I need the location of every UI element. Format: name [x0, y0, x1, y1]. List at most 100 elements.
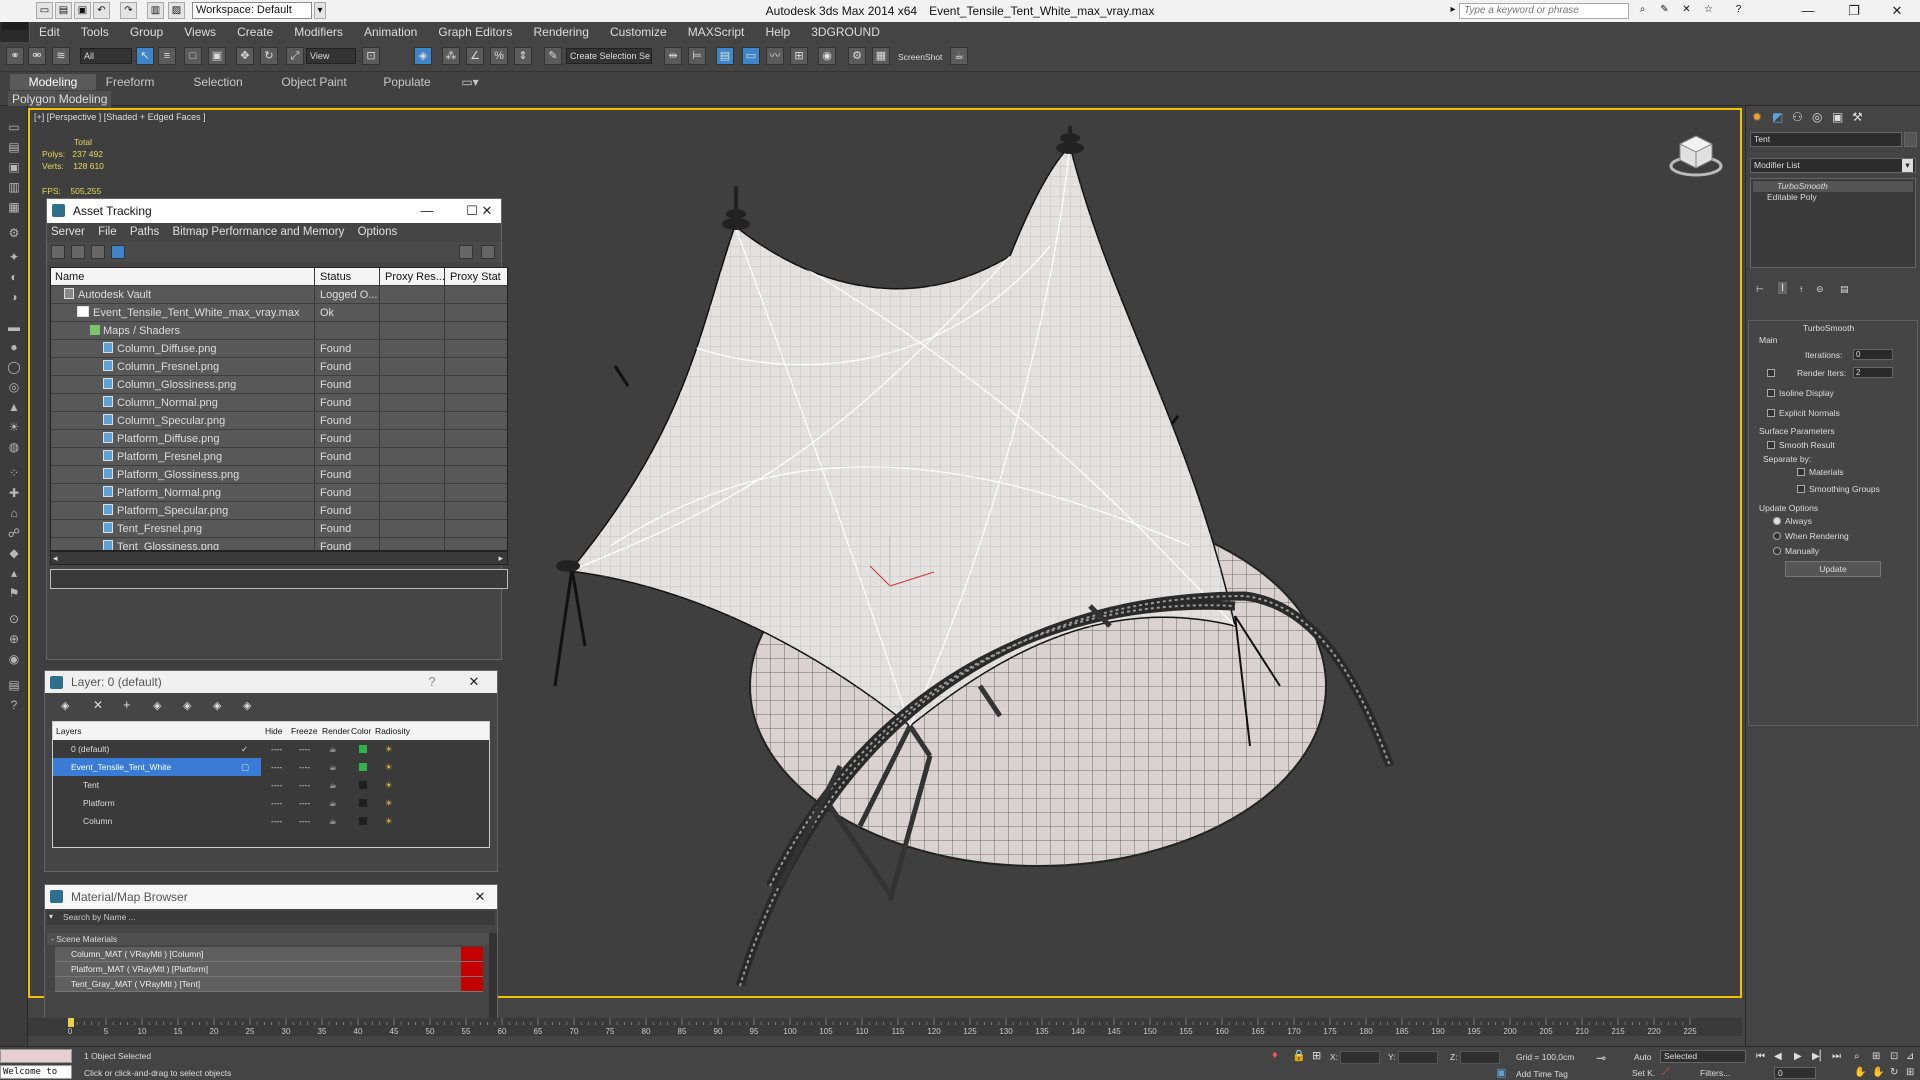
current-frame-field[interactable]: 0 [1774, 1067, 1816, 1079]
layer-color-swatch[interactable] [359, 817, 367, 825]
render-iters-checkbox[interactable] [1767, 369, 1775, 377]
layer-row[interactable]: Column ---- ---- ☕ ☀ [53, 812, 489, 830]
material-item-platform[interactable]: Platform_MAT ( VRayMtl ) [Platform] [55, 962, 483, 977]
detail-view-icon[interactable] [91, 245, 105, 259]
asset-row[interactable]: Event_Tensile_Tent_White_max_vray.max Ok [51, 304, 507, 322]
col-name[interactable]: Name [51, 268, 315, 286]
maximize-viewport-icon[interactable]: ⊞ [1906, 1067, 1914, 1078]
menu-create[interactable]: Create [228, 22, 282, 39]
viewport-layout-icon[interactable]: ▭ [5, 118, 23, 136]
rotate-icon[interactable]: ↻ [260, 47, 278, 65]
layer-row[interactable]: Platform ---- ---- ☕ ☀ [53, 794, 489, 812]
menu-file[interactable]: File [98, 226, 117, 238]
screenshot-label[interactable]: ScreenShot [898, 52, 942, 62]
hide-toggle[interactable]: ---- [271, 758, 282, 776]
layer-row[interactable]: Event_Tensile_Tent_White ---- ---- ☕ ☀ ▢ [53, 758, 489, 776]
ribbon-options-icon[interactable]: ▭▾ [456, 74, 484, 90]
update-button[interactable]: Update [1785, 561, 1881, 577]
col-color[interactable]: Color [351, 722, 371, 740]
sphere-icon[interactable]: ● [5, 338, 23, 356]
col-status[interactable]: Status [316, 268, 380, 286]
freeze-toggle[interactable]: ---- [299, 776, 310, 794]
close-icon[interactable]: ✕ [459, 671, 489, 693]
box-icon[interactable]: ▬ [5, 318, 23, 336]
radiosity-icon[interactable]: ☀ [385, 794, 393, 812]
utilities-tab-icon[interactable]: ⚒ [1852, 110, 1863, 124]
menu-paths[interactable]: Paths [130, 226, 159, 238]
render-toggle-icon[interactable]: ☕ [329, 740, 337, 758]
asset-path-field[interactable] [50, 569, 508, 589]
geosphere-icon[interactable]: ◍ [5, 438, 23, 456]
rendered-frame-icon[interactable]: ▦ [872, 47, 890, 65]
menu-maxscript[interactable]: MAXScript [679, 22, 754, 39]
welcome-field[interactable]: Welcome to [0, 1065, 72, 1079]
maximize-icon[interactable]: ❐ [1831, 0, 1877, 22]
modify-tab-icon[interactable]: ◩ [1772, 110, 1783, 124]
radiosity-icon[interactable]: ☀ [385, 812, 393, 830]
menu-server[interactable]: Server [51, 226, 85, 238]
help-icon[interactable] [459, 245, 473, 259]
menu-edit[interactable]: Edit [30, 22, 69, 39]
hide-toggle[interactable]: ---- [271, 740, 282, 758]
add-to-layer-icon[interactable]: + [123, 697, 131, 712]
turbosmooth-title[interactable]: TurboSmooth [1803, 323, 1854, 333]
auto-key-button[interactable]: Auto [1634, 1052, 1652, 1062]
iterations-spinner[interactable]: 0 [1853, 349, 1893, 360]
binoculars-icon[interactable]: ⌕ [1634, 2, 1651, 19]
menu-help[interactable]: Help [756, 22, 799, 39]
walk-icon[interactable]: ✋ [1872, 1067, 1884, 1078]
asset-row[interactable]: Autodesk Vault Logged O... [51, 286, 507, 304]
freeze-toggle[interactable]: ---- [299, 794, 310, 812]
delete-layer-icon[interactable]: ✕ [93, 698, 103, 712]
edit-named-selection-icon[interactable]: ✎ [544, 47, 562, 65]
col-radiosity[interactable]: Radiosity [375, 722, 410, 740]
menu-views[interactable]: Views [175, 22, 225, 39]
goto-end-icon[interactable]: ⏭ [1832, 1051, 1841, 1062]
patch-icon[interactable]: ⌂ [5, 504, 23, 522]
render-toggle-icon[interactable]: ☕ [329, 794, 337, 812]
create-geometry-icon[interactable]: ▤ [5, 138, 23, 156]
subscription-icon[interactable]: ✎ [1656, 2, 1673, 19]
schematic-view-icon[interactable]: ⊞ [790, 47, 808, 65]
col-render[interactable]: Render [322, 722, 350, 740]
scroll-right-icon[interactable]: ▸ [498, 553, 503, 564]
layer-color-swatch[interactable] [359, 745, 367, 753]
redo-icon[interactable]: ↷ [120, 2, 137, 19]
layer-help-icon[interactable]: ? [417, 671, 447, 693]
time-tag-icon[interactable]: ▣ [1496, 1066, 1506, 1079]
lock-selection-icon[interactable]: 🔒 [1292, 1049, 1306, 1062]
help-icon[interactable]: ? [1730, 2, 1747, 19]
select-in-layer-icon[interactable]: ◈ [153, 699, 161, 712]
refresh-icon[interactable] [51, 245, 65, 259]
hierarchy-tab-icon[interactable]: ⚇ [1792, 110, 1803, 124]
asset-row[interactable]: Platform_Specular.png Found [51, 502, 507, 520]
asset-row[interactable]: Platform_Diffuse.png Found [51, 430, 507, 448]
materials-checkbox[interactable] [1797, 468, 1805, 476]
favorites-star-icon[interactable]: ☆ [1700, 2, 1717, 19]
freeze-toggle[interactable]: ---- [299, 812, 310, 830]
pan-icon[interactable]: ✋ [1854, 1067, 1866, 1078]
minimize-icon[interactable]: — [412, 199, 442, 223]
layer-row[interactable]: Tent ---- ---- ☕ ☀ [53, 776, 489, 794]
undo-icon[interactable]: ↶ [93, 2, 110, 19]
selection-filter-dropdown[interactable]: All [80, 48, 132, 64]
communication-center-icon[interactable]: ✕ [1678, 2, 1695, 19]
hide-all-icon[interactable]: ◈ [213, 699, 221, 712]
hide-toggle[interactable]: ---- [271, 776, 282, 794]
stack-item-turbosmooth[interactable]: TurboSmooth [1753, 181, 1913, 192]
door-icon[interactable]: ◆ [5, 544, 23, 562]
render-toggle-icon[interactable]: ☕ [329, 776, 337, 794]
helper-icon[interactable]: ⊙ [5, 610, 23, 628]
select-object-icon[interactable]: ↖ [136, 47, 154, 65]
render-setup-icon[interactable]: ⚙ [848, 47, 866, 65]
polygon-modeling-panel[interactable]: Polygon Modeling [8, 91, 112, 107]
stack-item-editable-poly[interactable]: Editable Poly [1753, 192, 1913, 203]
menu-bitmap-performance[interactable]: Bitmap Performance and Memory [172, 226, 344, 238]
layer-color-swatch[interactable] [359, 781, 367, 789]
scene-materials-group[interactable]: - Scene Materials [47, 933, 493, 945]
orbit-icon[interactable]: ↻ [1890, 1067, 1898, 1078]
menu-modifiers[interactable]: Modifiers [285, 22, 352, 39]
render-iters-spinner[interactable]: 2 [1853, 367, 1893, 378]
material-editor-icon[interactable]: ◉ [818, 47, 836, 65]
close-icon[interactable]: ✕ [465, 885, 495, 909]
